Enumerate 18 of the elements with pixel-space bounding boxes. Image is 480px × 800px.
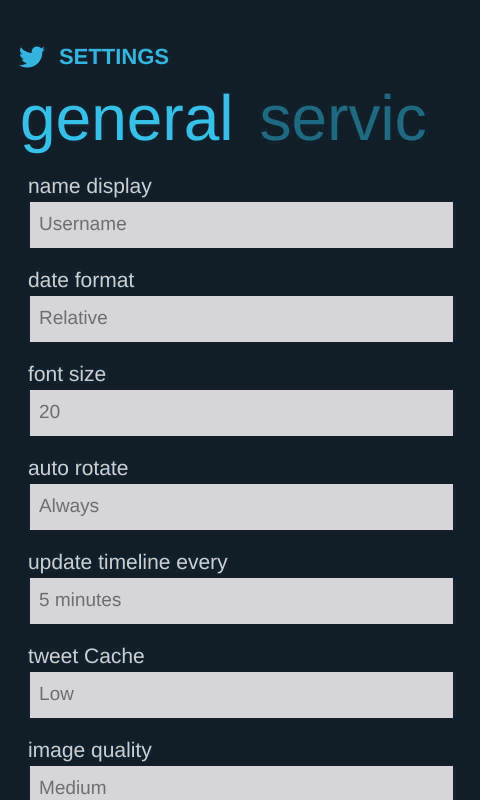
setting-label: font size	[28, 362, 108, 388]
picker-field[interactable]: Relative	[30, 296, 453, 342]
picker-field[interactable]: 5 minutes	[30, 578, 453, 624]
pivot-tab[interactable]: servic	[260, 78, 427, 158]
picker-field[interactable]: Username	[30, 202, 453, 248]
setting-label: image quality	[28, 738, 153, 764]
setting-label: date format	[28, 268, 136, 294]
bird-icon	[17, 44, 47, 70]
pivot-tab[interactable]: general	[20, 78, 234, 158]
setting-label: auto rotate	[28, 456, 130, 482]
setting-label: name display	[28, 174, 153, 200]
picker-field[interactable]: Medium	[30, 766, 453, 800]
setting-label: tweet Cache	[28, 644, 146, 670]
picker-field[interactable]: 20	[30, 390, 453, 436]
picker-field[interactable]: Always	[30, 484, 453, 530]
setting-label: update timeline every	[28, 550, 229, 576]
picker-field[interactable]: Low	[30, 672, 453, 718]
app-title: SETTINGS	[59, 46, 170, 68]
